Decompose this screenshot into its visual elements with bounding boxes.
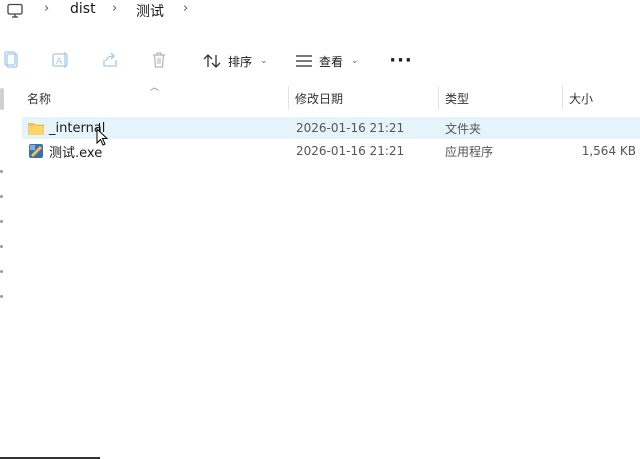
breadcrumb-separator[interactable]: › bbox=[112, 1, 117, 16]
svg-text:A: A bbox=[56, 57, 63, 67]
mouse-pointer-icon bbox=[96, 128, 109, 146]
breadcrumb-separator[interactable]: › bbox=[44, 1, 49, 16]
more-icon: ··· bbox=[389, 49, 413, 71]
column-type[interactable]: 类型 bbox=[445, 84, 555, 112]
view-icon bbox=[296, 55, 312, 67]
breadcrumb: › dist › 测试 › bbox=[0, 0, 640, 24]
column-modified[interactable]: 修改日期 bbox=[295, 84, 435, 112]
sort-button[interactable]: 排序 ⌄ bbox=[202, 50, 268, 72]
nav-dot bbox=[0, 170, 3, 173]
column-divider[interactable] bbox=[562, 86, 563, 110]
copy-icon[interactable] bbox=[2, 50, 22, 70]
scrollbar-thumb[interactable] bbox=[0, 88, 4, 110]
folder-icon bbox=[28, 122, 44, 135]
nav-dot bbox=[0, 195, 3, 198]
column-name[interactable]: 名称 bbox=[27, 84, 287, 112]
breadcrumb-separator[interactable]: › bbox=[183, 1, 188, 16]
file-name-cell: 测试.exe bbox=[28, 140, 102, 162]
file-name: 测试.exe bbox=[49, 145, 103, 161]
file-modified: 2026-01-16 21:21 bbox=[296, 121, 405, 135]
breadcrumb-item-current[interactable]: 测试 bbox=[136, 1, 164, 21]
more-options-button[interactable]: ··· bbox=[389, 49, 413, 71]
chevron-down-icon: ⌄ bbox=[260, 56, 268, 66]
nav-dot bbox=[0, 220, 3, 223]
file-size: 1,564 KB bbox=[581, 144, 636, 158]
view-label: 查看 bbox=[319, 54, 344, 69]
exe-icon bbox=[29, 144, 43, 158]
column-size[interactable]: 大小 bbox=[569, 84, 629, 112]
computer-icon[interactable] bbox=[6, 2, 24, 20]
view-button[interactable]: 查看 ⌄ bbox=[295, 50, 359, 72]
file-modified: 2026-01-16 21:21 bbox=[296, 144, 405, 158]
rename-icon[interactable]: A bbox=[51, 50, 71, 70]
file-name-cell: _internal bbox=[28, 117, 105, 139]
file-type: 应用程序 bbox=[445, 144, 494, 159]
file-row-internal[interactable]: _internal 2026-01-16 21:21 文件夹 bbox=[22, 117, 640, 139]
column-divider[interactable] bbox=[438, 86, 439, 110]
delete-icon[interactable] bbox=[149, 50, 169, 70]
sort-icon bbox=[203, 54, 221, 68]
file-type: 文件夹 bbox=[445, 121, 482, 136]
nav-dot bbox=[0, 245, 3, 248]
nav-dot bbox=[0, 270, 3, 273]
chevron-down-icon: ⌄ bbox=[351, 56, 359, 66]
share-icon[interactable] bbox=[100, 50, 120, 70]
column-divider[interactable] bbox=[288, 86, 289, 110]
sort-label: 排序 bbox=[228, 54, 253, 69]
file-row-exe[interactable]: 测试.exe 2026-01-16 21:21 应用程序 1,564 KB bbox=[22, 140, 640, 162]
column-header: 名称 修改日期 类型 大小 bbox=[20, 84, 640, 112]
breadcrumb-item-dist[interactable]: dist bbox=[70, 1, 96, 17]
nav-dot bbox=[0, 295, 3, 298]
